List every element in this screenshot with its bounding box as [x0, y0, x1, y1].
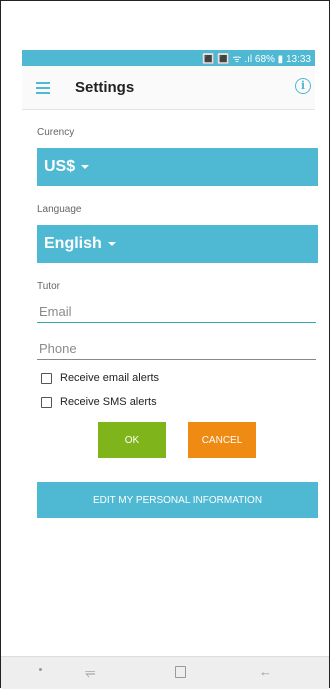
email-field[interactable]	[37, 301, 316, 323]
email-alerts-label: Receive email alerts	[60, 372, 160, 384]
app-bar: Settings i	[22, 66, 315, 110]
dropdown-caret-icon	[107, 242, 116, 246]
edit-personal-info-button[interactable]: EDIT MY PERSONAL INFORMATION	[37, 482, 318, 518]
status-bar-text: 🔳 🔳 ᯤ .ıl 68% ▮ 13:33	[201, 54, 311, 65]
language-dropdown[interactable]: English	[37, 225, 318, 263]
status-bar: 🔳 🔳 ᯤ .ıl 68% ▮ 13:33	[22, 50, 315, 66]
hamburger-menu-icon[interactable]	[36, 81, 50, 94]
dropdown-caret-icon	[81, 165, 90, 169]
currency-dropdown[interactable]: US$	[37, 148, 318, 186]
back-arrow-icon[interactable]: ←	[259, 664, 272, 679]
recent-apps-icon[interactable]: ⥫	[85, 664, 95, 680]
home-square-icon[interactable]	[175, 666, 186, 678]
sms-alerts-label: Receive SMS alerts	[60, 396, 157, 408]
ok-button[interactable]: OK	[98, 422, 166, 458]
checkbox-icon[interactable]	[41, 372, 52, 384]
tutor-label: Tutor	[37, 281, 60, 292]
system-nav-bar: ⥫ ←	[1, 656, 329, 689]
checkbox-icon[interactable]	[41, 396, 52, 408]
cancel-button[interactable]: CANCEL	[188, 422, 256, 458]
currency-label: Curency	[37, 127, 75, 138]
sms-alerts-checkbox[interactable]: Receive SMS alerts	[41, 396, 157, 408]
language-label: Language	[37, 204, 82, 215]
nav-dot-icon	[39, 668, 42, 671]
language-value: English	[44, 235, 102, 252]
phone-field[interactable]	[37, 338, 316, 360]
currency-value: US$	[44, 158, 76, 175]
info-icon[interactable]: i	[295, 78, 311, 94]
email-alerts-checkbox[interactable]: Receive email alerts	[41, 372, 159, 384]
page-title: Settings	[75, 79, 135, 96]
